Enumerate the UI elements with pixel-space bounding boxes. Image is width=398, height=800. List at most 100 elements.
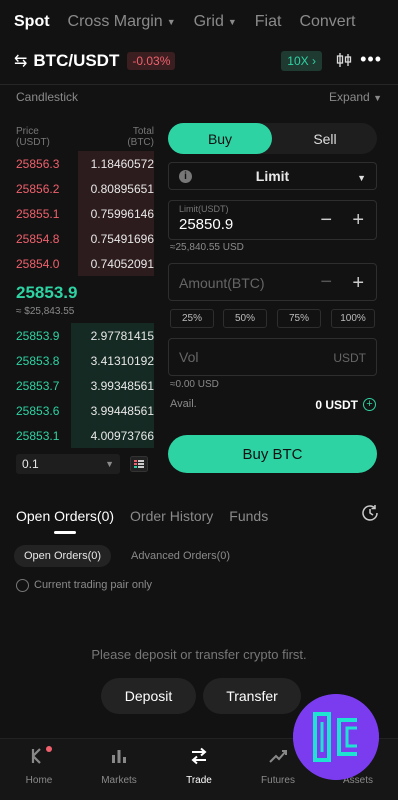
tab-fiat-label: Fiat xyxy=(254,13,282,30)
pair-bar: ⇆ BTC/USDT -0.03% 10X › ••• xyxy=(0,44,398,78)
volume-unit: USDT xyxy=(333,351,366,365)
ask-price: 25854.8 xyxy=(16,231,60,246)
bid-amount: 2.97781415 xyxy=(90,328,154,343)
deposit-button[interactable]: Deposit xyxy=(101,678,196,714)
limit-price-value[interactable]: 25850.9 xyxy=(179,216,233,233)
last-price[interactable]: 25853.9 xyxy=(16,283,77,303)
volume-usd-estimate: ≈0.00 USD xyxy=(170,379,219,390)
bid-amount: 3.99448561 xyxy=(90,403,154,418)
ask-amount: 0.80895651 xyxy=(90,181,154,196)
markets-icon xyxy=(112,750,126,763)
orderbook-header: Price (USDT) Total (BTC) xyxy=(16,126,154,148)
transfer-button[interactable]: Transfer xyxy=(203,678,301,714)
order-type-select[interactable]: i Limit ▼ xyxy=(168,162,377,190)
ask-amount: 0.74052091 xyxy=(90,256,154,271)
price-column-header: Price (USDT) xyxy=(16,126,50,148)
tab-cross-margin[interactable]: Cross Margin ▼ xyxy=(68,13,176,31)
info-icon[interactable]: i xyxy=(179,170,192,183)
tab-fiat[interactable]: Fiat xyxy=(255,13,282,31)
percent-50-button[interactable]: 50% xyxy=(223,309,267,328)
leverage-badge[interactable]: 10X › xyxy=(281,51,322,71)
ask-price: 25854.0 xyxy=(16,256,60,271)
tab-open-orders[interactable]: Open Orders(0) xyxy=(16,508,114,524)
limit-price-field[interactable]: Limit(USDT) 25850.9 − + xyxy=(168,200,377,240)
order-history-clock-icon[interactable] xyxy=(360,503,380,523)
add-funds-icon[interactable]: + xyxy=(363,398,376,411)
nav-futures-label: Futures xyxy=(261,775,295,786)
current-pair-label[interactable]: Current trading pair only xyxy=(34,579,152,591)
active-tab-indicator xyxy=(54,531,76,534)
tab-grid[interactable]: Grid ▼ xyxy=(194,13,237,31)
subtab-open-orders[interactable]: Open Orders(0) xyxy=(14,545,112,567)
bid-price: 25853.1 xyxy=(16,428,60,443)
tab-funds[interactable]: Funds xyxy=(229,508,268,524)
buy-btc-button[interactable]: Buy BTC xyxy=(168,435,377,473)
tab-convert[interactable]: Convert xyxy=(299,13,355,31)
tab-cross-margin-label: Cross Margin xyxy=(67,13,163,30)
increase-amount-button[interactable]: + xyxy=(352,272,364,295)
bid-price: 25853.7 xyxy=(16,378,60,393)
ask-row[interactable]: 25854.8 0.75491696 xyxy=(16,226,154,251)
tab-grid-label: Grid xyxy=(193,13,224,30)
nav-home[interactable]: Home xyxy=(6,746,72,786)
chevron-down-icon: ▼ xyxy=(373,92,382,103)
buy-sell-toggle: Buy Sell xyxy=(168,123,377,154)
nav-trade[interactable]: Trade xyxy=(166,747,232,786)
bid-price: 25853.8 xyxy=(16,353,60,368)
orderbook-layout-icon[interactable] xyxy=(130,456,148,472)
expand-button[interactable]: Expand ▼ xyxy=(329,90,382,104)
last-price-usd: ≈ $25,843.55 xyxy=(16,306,75,317)
candlestick-bar[interactable]: Candlestick Expand ▼ xyxy=(0,84,398,108)
bid-price: 25853.9 xyxy=(16,328,60,343)
decrease-amount-button[interactable]: − xyxy=(320,271,332,294)
candlestick-chart-icon[interactable] xyxy=(336,52,352,68)
ask-row[interactable]: 25854.0 0.74052091 xyxy=(16,251,154,276)
current-pair-checkbox[interactable] xyxy=(16,579,29,592)
limit-price-label: Limit(USDT) xyxy=(179,204,229,214)
tab-convert-label: Convert xyxy=(299,13,356,30)
nav-home-label: Home xyxy=(25,775,53,786)
bid-row[interactable]: 25853.8 3.41310192 xyxy=(16,348,154,373)
bid-row[interactable]: 25853.9 2.97781415 xyxy=(16,323,154,348)
ask-row[interactable]: 25856.2 0.80895651 xyxy=(16,176,154,201)
sell-tab[interactable]: Sell xyxy=(273,123,377,154)
brand-watermark-logo xyxy=(293,694,379,780)
ask-amount: 1.18460572 xyxy=(90,156,154,171)
price-change-badge: -0.03% xyxy=(127,52,176,70)
ask-amount: 0.75491696 xyxy=(90,231,154,246)
available-label: Avail. xyxy=(170,398,197,410)
bid-amount: 3.41310192 xyxy=(90,353,154,368)
swap-arrows-icon[interactable]: ⇆ xyxy=(14,51,27,71)
percent-25-button[interactable]: 25% xyxy=(170,309,214,328)
tab-spot[interactable]: Spot xyxy=(14,13,50,31)
candlestick-label: Candlestick xyxy=(16,89,79,104)
nav-markets[interactable]: Markets xyxy=(86,747,152,786)
bid-row[interactable]: 25853.7 3.99348561 xyxy=(16,373,154,398)
subtab-advanced-orders[interactable]: Advanced Orders(0) xyxy=(121,545,240,567)
order-type-value: Limit xyxy=(255,168,290,184)
expand-label: Expand xyxy=(329,89,370,104)
available-value: 0 USDT xyxy=(315,398,358,412)
volume-placeholder: Vol xyxy=(179,349,199,365)
volume-field[interactable]: Vol USDT xyxy=(168,338,377,376)
ask-price: 25856.3 xyxy=(16,156,60,171)
ask-row[interactable]: 25856.3 1.18460572 xyxy=(16,151,154,176)
buy-tab[interactable]: Buy xyxy=(168,123,272,154)
ask-row[interactable]: 25855.1 0.75996146 xyxy=(16,201,154,226)
percent-100-button[interactable]: 100% xyxy=(331,309,375,328)
more-options-icon[interactable]: ••• xyxy=(360,49,382,70)
bid-row[interactable]: 25853.6 3.99448561 xyxy=(16,398,154,423)
percent-75-button[interactable]: 75% xyxy=(277,309,321,328)
amount-field[interactable]: Amount(BTC) − + xyxy=(168,263,377,301)
precision-select[interactable]: 0.1 ▼ xyxy=(16,454,120,474)
decrease-price-button[interactable]: − xyxy=(320,209,332,232)
amount-placeholder: Amount(BTC) xyxy=(179,275,265,291)
nav-trade-label: Trade xyxy=(186,775,212,786)
bid-row[interactable]: 25853.1 4.00973766 xyxy=(16,423,154,448)
increase-price-button[interactable]: + xyxy=(352,209,364,232)
pair-name[interactable]: BTC/USDT xyxy=(33,51,119,71)
ask-price: 25855.1 xyxy=(16,206,60,221)
precision-value: 0.1 xyxy=(22,457,39,471)
empty-state-message: Please deposit or transfer crypto first. xyxy=(91,647,307,662)
tab-order-history[interactable]: Order History xyxy=(130,508,213,524)
